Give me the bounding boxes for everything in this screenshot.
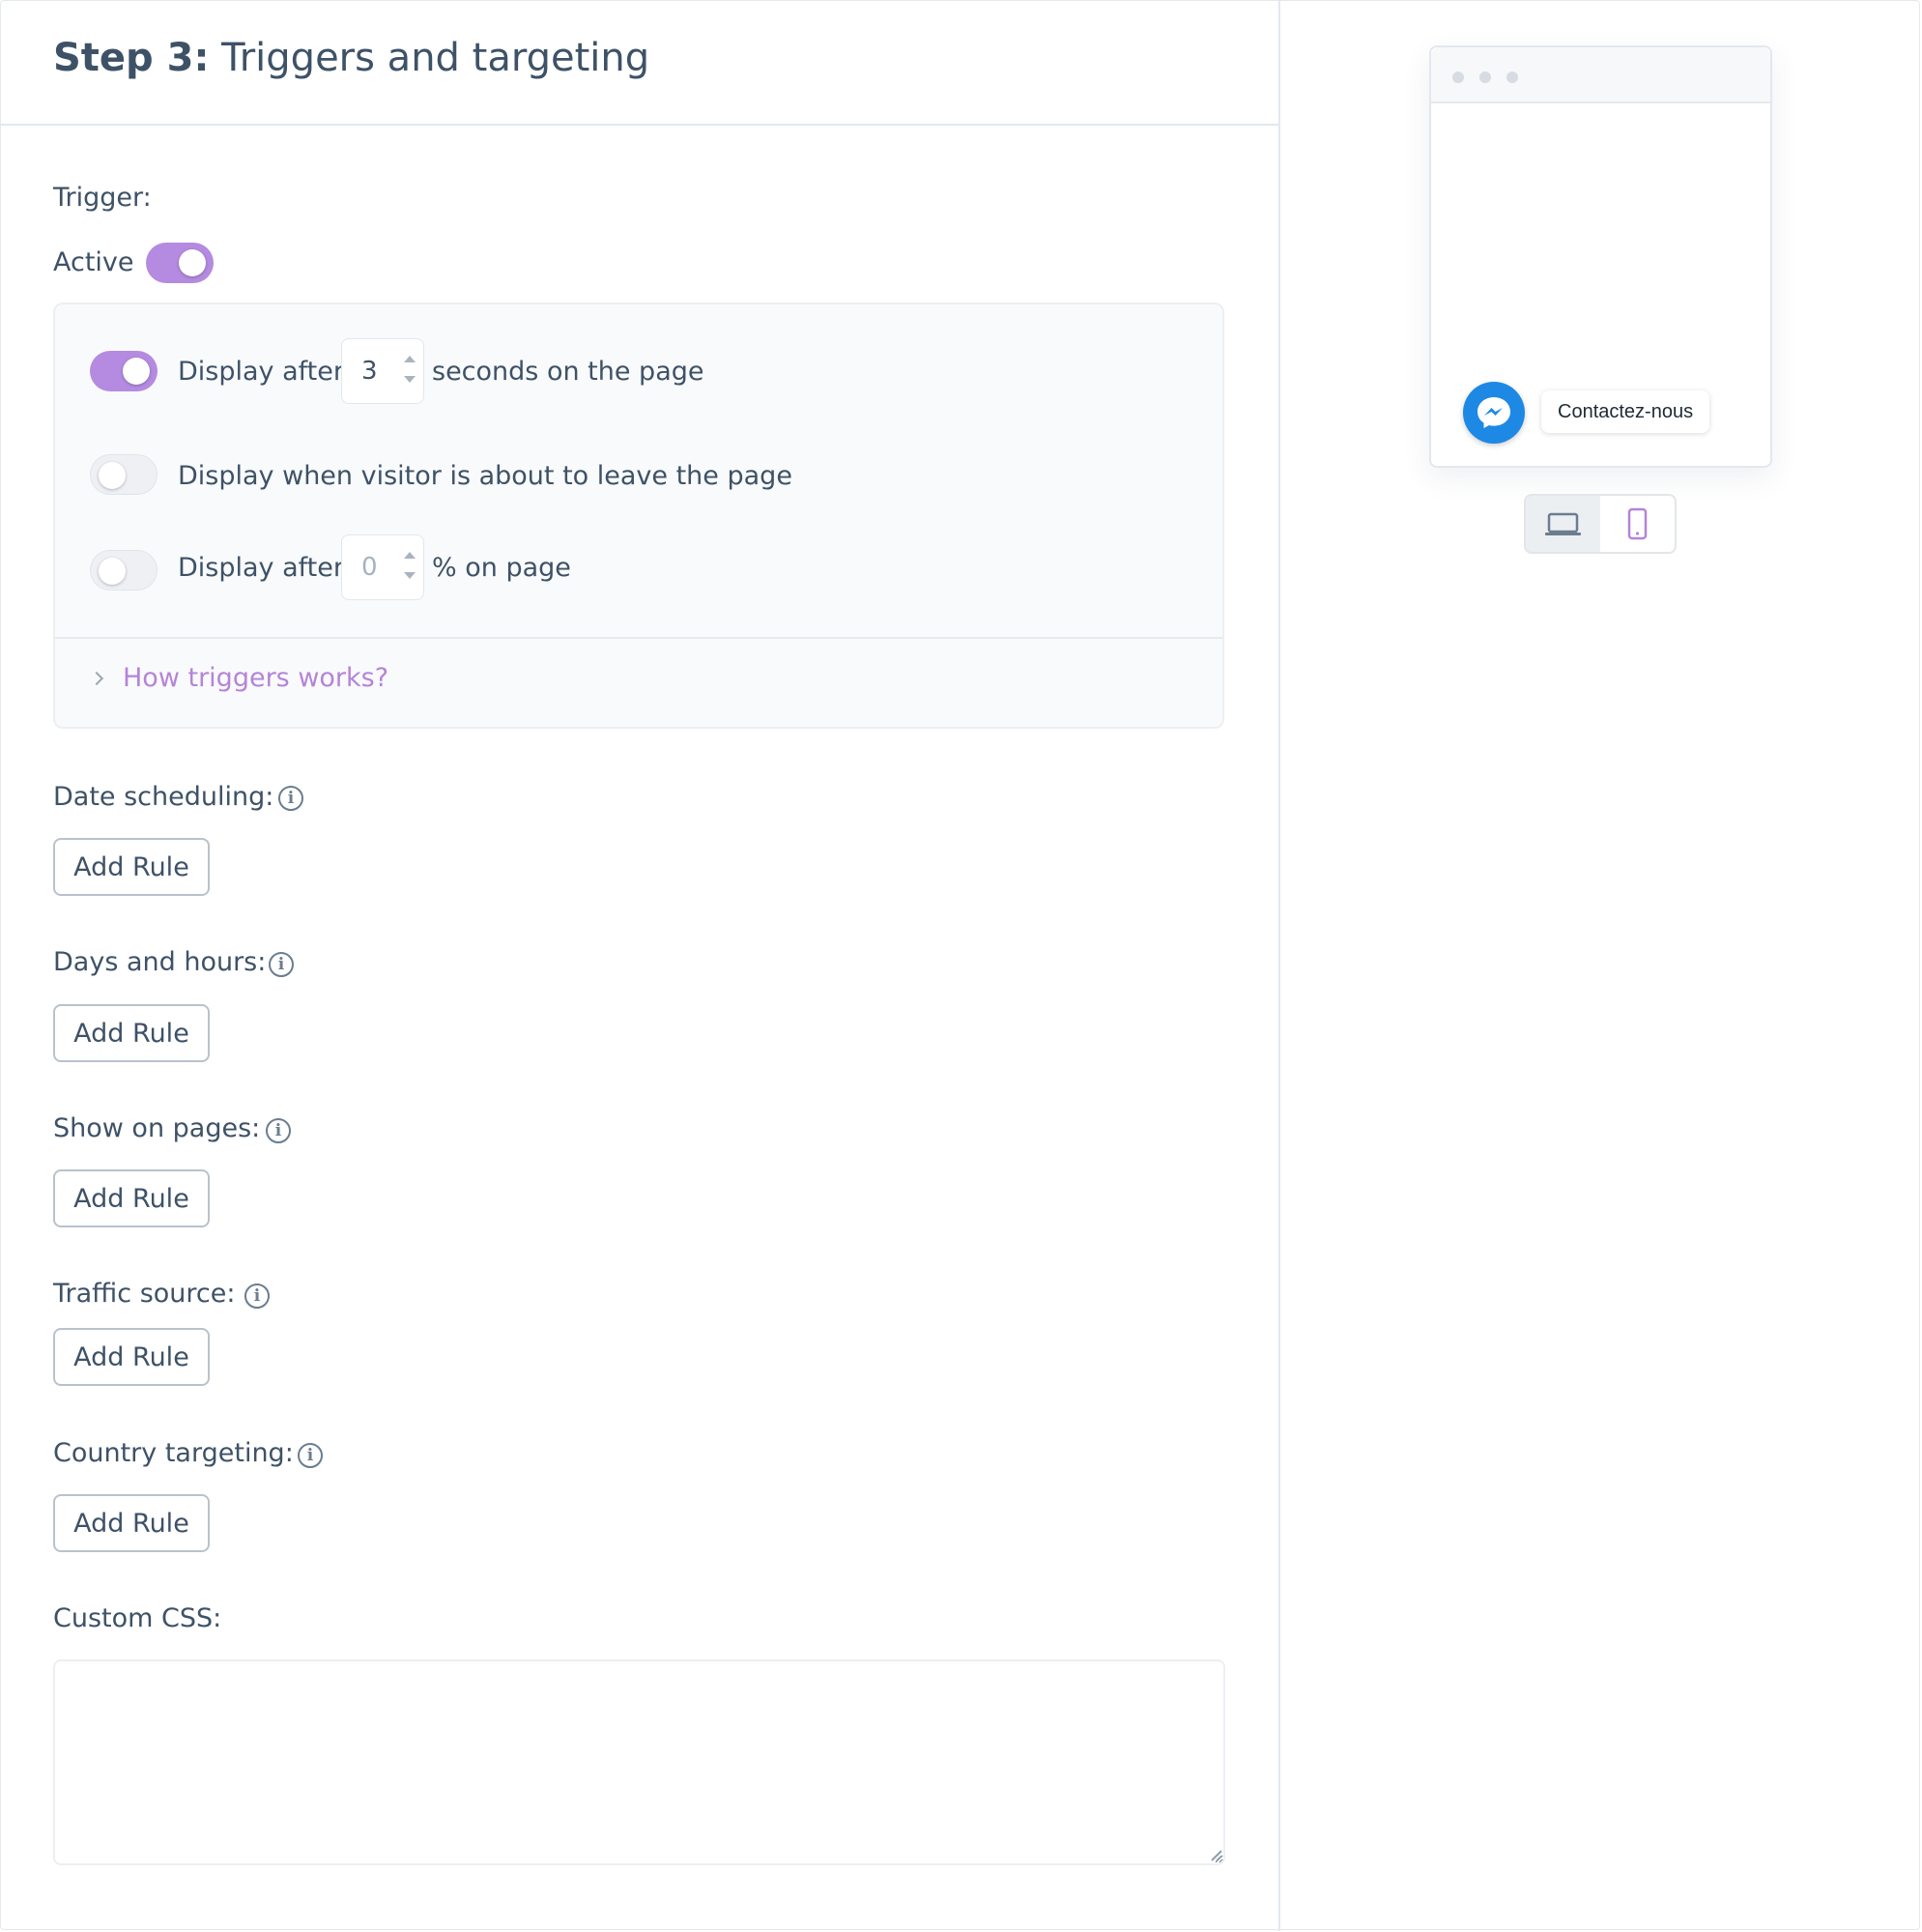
active-toggle[interactable] [146,243,214,283]
time-delay-toggle[interactable] [90,351,158,391]
show-on-pages-label: Show on pages: [53,1113,261,1143]
show-on-pages-add-rule-button[interactable]: Add Rule [53,1169,210,1227]
days-and-hours-add-rule-button[interactable]: Add Rule [53,1004,210,1062]
info-icon[interactable]: i [269,952,294,977]
exit-intent-toggle[interactable] [90,454,158,495]
info-icon[interactable]: i [244,1283,270,1309]
desktop-view-button[interactable] [1526,496,1600,552]
chevron-right-icon [89,671,104,686]
page-title: Step 3: Triggers and targeting [53,36,649,80]
info-icon[interactable]: i [298,1443,323,1468]
country-targeting-label: Country targeting: [53,1438,294,1468]
toggle-knob [123,358,150,385]
window-dot [1506,72,1518,83]
mobile-phone-icon [1627,507,1648,540]
step-number: Step 3: [53,36,210,80]
stepper-down-arrow-icon[interactable] [404,572,416,579]
time-delay-prefix: Display after [178,357,344,387]
window-dot [1452,72,1464,83]
settings-panel: Step 3: Triggers and targeting Trigger: … [1,1,1280,1931]
preview-browser-bar [1431,47,1770,103]
how-triggers-work-label: How triggers works? [123,663,389,693]
info-icon[interactable]: i [266,1118,291,1143]
traffic-source-label: Traffic source: [53,1279,236,1309]
percent-stepper[interactable]: 0 [341,534,424,600]
active-label: Active [53,247,134,277]
toggle-knob [179,249,206,276]
stepper-up-arrow-icon[interactable] [404,552,416,559]
date-scheduling-add-rule-button[interactable]: Add Rule [53,838,210,896]
date-scheduling-label: Date scheduling: [53,782,274,812]
scroll-depth-suffix: % on page [432,553,571,583]
trigger-options-box: Display after 3 seconds on the page Disp… [53,303,1224,729]
scroll-depth-toggle[interactable] [90,550,158,591]
contact-widget-label[interactable]: Contactez-nous [1541,390,1710,433]
window-dot [1479,72,1491,83]
custom-css-label: Custom CSS: [53,1603,222,1633]
how-triggers-work-link[interactable]: How triggers works? [89,663,389,693]
trigger-label: Trigger: [53,183,152,213]
country-targeting-add-rule-button[interactable]: Add Rule [53,1494,210,1552]
stepper-down-arrow-icon[interactable] [404,376,416,383]
seconds-value: 3 [361,357,378,386]
app-frame: Step 3: Triggers and targeting Trigger: … [0,0,1920,1931]
info-icon[interactable]: i [278,786,303,811]
step-title: Triggers and targeting [221,36,650,80]
seconds-stepper[interactable]: 3 [341,338,424,404]
days-and-hours-label: Days and hours: [53,947,267,977]
exit-intent-label: Display when visitor is about to leave t… [178,461,792,491]
toggle-knob [99,462,126,489]
percent-value: 0 [361,553,378,582]
custom-css-textarea[interactable] [53,1659,1225,1865]
toggle-knob [99,558,126,585]
preview-window: Contactez-nous [1429,45,1772,468]
stepper-up-arrow-icon[interactable] [404,356,416,362]
time-delay-suffix: seconds on the page [432,357,704,387]
traffic-source-add-rule-button[interactable]: Add Rule [53,1328,210,1386]
mobile-view-button[interactable] [1600,496,1675,552]
step-header: Step 3: Triggers and targeting [1,1,1278,126]
device-toggle [1524,494,1677,554]
scroll-depth-prefix: Display after [178,553,344,583]
divider [55,637,1222,639]
resize-handle-icon[interactable] [1208,1848,1221,1861]
laptop-icon [1545,512,1581,535]
messenger-glyph [1477,397,1510,428]
messenger-icon[interactable] [1463,382,1525,444]
